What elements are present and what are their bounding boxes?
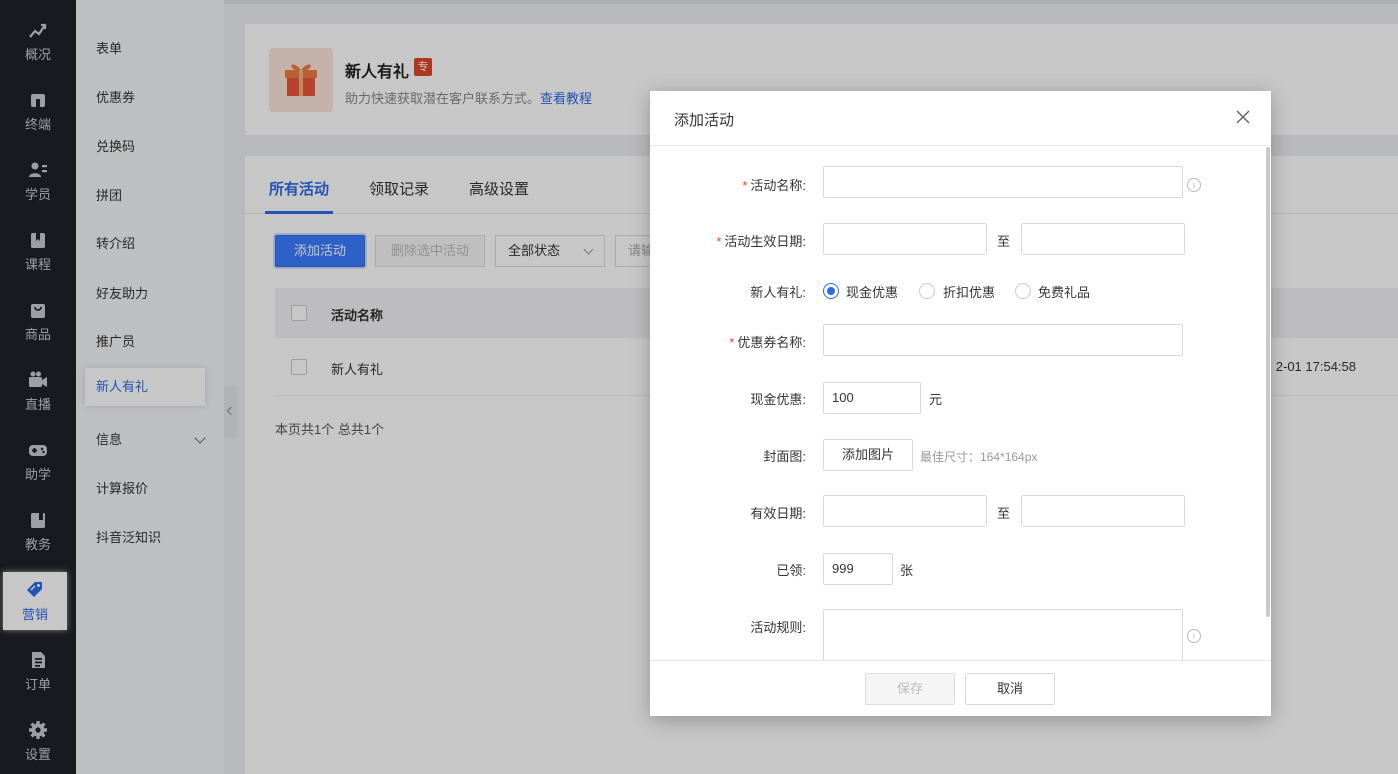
add-image-button[interactable]: 添加图片 (823, 439, 913, 471)
info-icon[interactable]: i (1187, 178, 1201, 192)
modal-footer-divider (650, 660, 1271, 661)
modal-title: 添加活动 (674, 112, 735, 129)
rules-info-icon[interactable]: i (1187, 629, 1201, 643)
effective-date-label-text: 活动生效日期: (724, 234, 806, 249)
required-mark: * (742, 178, 748, 193)
effective-start-date-input[interactable] (823, 223, 987, 255)
cancel-button[interactable]: 取消 (965, 673, 1055, 705)
valid-start-date-input[interactable] (823, 495, 987, 527)
activity-name-label-text: 活动名称: (750, 178, 806, 193)
modal-divider (650, 145, 1271, 146)
effective-end-date-input[interactable] (1021, 223, 1185, 255)
radio-free-gift-label[interactable]: 免费礼品 (1038, 282, 1090, 301)
radio-cash[interactable] (823, 283, 839, 299)
save-button[interactable]: 保存 (865, 673, 955, 705)
rules-textarea[interactable] (823, 609, 1183, 661)
modal-scrollbar[interactable] (1266, 147, 1270, 617)
add-activity-modal: 添加活动 * 活动名称: i * 活动生效日期: 至 新人有礼: 现金优惠 折扣优惠… (650, 91, 1271, 716)
radio-cash-label[interactable]: 现金优惠 (846, 282, 898, 301)
radio-discount-label[interactable]: 折扣优惠 (943, 282, 995, 301)
gift-type-label: 新人有礼: (750, 285, 806, 300)
activity-name-label: * 活动名称: (742, 175, 806, 194)
claimed-unit: 张 (900, 563, 914, 578)
claimed-count-input[interactable]: 999 (823, 553, 893, 585)
activity-name-input[interactable] (823, 166, 1183, 198)
radio-discount[interactable] (919, 283, 935, 299)
valid-end-date-input[interactable] (1021, 495, 1185, 527)
required-mark: * (716, 234, 722, 249)
cash-discount-input[interactable]: 100 (823, 382, 921, 414)
coupon-name-label-text: 优惠券名称: (737, 335, 806, 350)
valid-date-separator: 至 (997, 506, 1011, 521)
coupon-name-label: * 优惠券名称: (729, 332, 806, 351)
cover-label: 封面图: (763, 449, 806, 464)
cash-discount-label: 现金优惠: (750, 392, 806, 407)
required-mark: * (729, 335, 735, 350)
coupon-name-input[interactable] (823, 324, 1183, 356)
cover-size-hint: 最佳尺寸：164*164px (920, 450, 1038, 464)
rules-label: 活动规则: (750, 620, 806, 635)
valid-date-label: 有效日期: (750, 506, 806, 521)
claimed-label: 已领: (776, 563, 806, 578)
cash-unit: 元 (929, 392, 943, 407)
radio-free-gift[interactable] (1015, 283, 1031, 299)
close-icon[interactable] (1235, 109, 1251, 125)
effective-date-label: * 活动生效日期: (716, 231, 806, 250)
date-separator: 至 (997, 234, 1011, 249)
